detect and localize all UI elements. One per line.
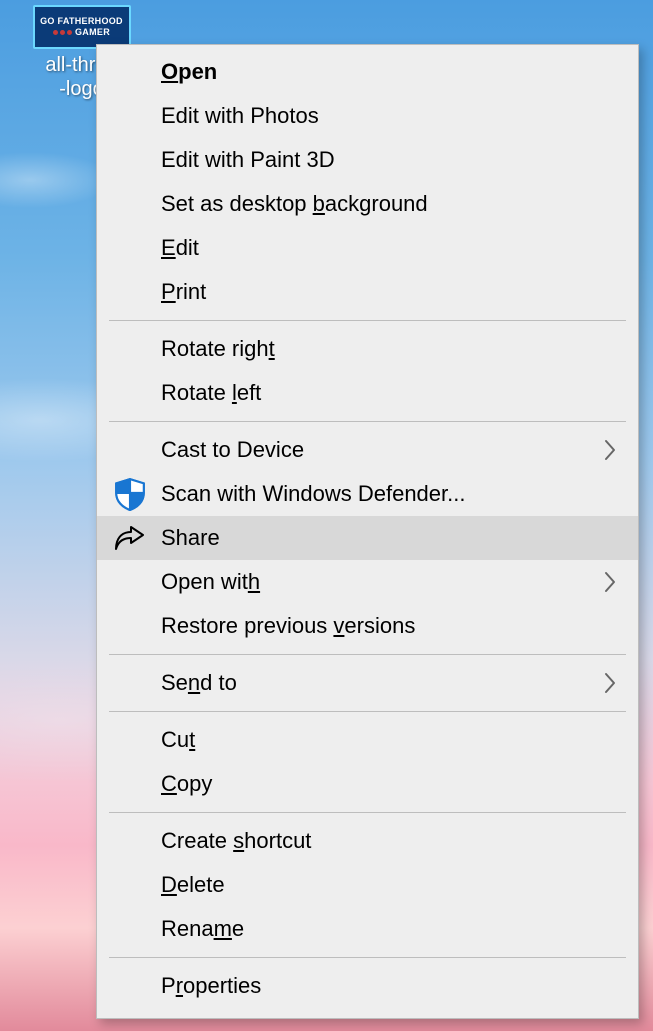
chevron-right-icon bbox=[602, 669, 618, 697]
thumbnail-dots-icon bbox=[53, 30, 72, 35]
menu-item-delete[interactable]: Delete bbox=[97, 863, 638, 907]
menu-item-label: Print bbox=[161, 279, 618, 305]
menu-item-label: Open with bbox=[161, 569, 602, 595]
menu-item-label: Cast to Device bbox=[161, 437, 602, 463]
menu-item-label: Scan with Windows Defender... bbox=[161, 481, 618, 507]
menu-item-label: Cut bbox=[161, 727, 618, 753]
context-menu: Open Edit with Photos Edit with Paint 3D Se… bbox=[96, 44, 639, 1019]
menu-item-edit[interactable]: Edit bbox=[97, 226, 638, 270]
menu-item-defender[interactable]: Scan with Windows Defender... bbox=[97, 472, 638, 516]
file-thumbnail: GO FATHERHOOD GAMER bbox=[33, 5, 131, 49]
menu-item-label: Set as desktop background bbox=[161, 191, 618, 217]
menu-item-label: Send to bbox=[161, 670, 602, 696]
menu-item-cut[interactable]: Cut bbox=[97, 718, 638, 762]
menu-separator bbox=[109, 421, 626, 422]
menu-item-label: Open bbox=[161, 59, 618, 85]
menu-item-label: Share bbox=[161, 525, 618, 551]
share-icon bbox=[111, 519, 149, 557]
menu-item-label: Edit bbox=[161, 235, 618, 261]
menu-item-label: Edit with Photos bbox=[161, 103, 618, 129]
menu-item-edit-photos[interactable]: Edit with Photos bbox=[97, 94, 638, 138]
shield-icon bbox=[111, 475, 149, 513]
menu-item-open[interactable]: Open bbox=[97, 50, 638, 94]
menu-item-rename[interactable]: Rename bbox=[97, 907, 638, 951]
menu-item-cast[interactable]: Cast to Device bbox=[97, 428, 638, 472]
menu-item-label: Copy bbox=[161, 771, 618, 797]
menu-item-create-shortcut[interactable]: Create shortcut bbox=[97, 819, 638, 863]
menu-item-share[interactable]: Share bbox=[97, 516, 638, 560]
thumbnail-line2: GAMER bbox=[75, 27, 110, 38]
menu-item-send-to[interactable]: Send to bbox=[97, 661, 638, 705]
menu-item-rotate-left[interactable]: Rotate left bbox=[97, 371, 638, 415]
menu-item-label: Properties bbox=[161, 973, 618, 999]
menu-separator bbox=[109, 957, 626, 958]
menu-item-edit-paint3d[interactable]: Edit with Paint 3D bbox=[97, 138, 638, 182]
menu-item-print[interactable]: Print bbox=[97, 270, 638, 314]
menu-separator bbox=[109, 654, 626, 655]
menu-item-rotate-right[interactable]: Rotate right bbox=[97, 327, 638, 371]
menu-item-label: Rename bbox=[161, 916, 618, 942]
menu-item-properties[interactable]: Properties bbox=[97, 964, 638, 1008]
menu-item-label: Create shortcut bbox=[161, 828, 618, 854]
menu-separator bbox=[109, 812, 626, 813]
menu-item-label: Restore previous versions bbox=[161, 613, 618, 639]
menu-item-label: Rotate left bbox=[161, 380, 618, 406]
menu-separator bbox=[109, 711, 626, 712]
menu-item-open-with[interactable]: Open with bbox=[97, 560, 638, 604]
menu-item-label: Rotate right bbox=[161, 336, 618, 362]
menu-item-label: Edit with Paint 3D bbox=[161, 147, 618, 173]
chevron-right-icon bbox=[602, 436, 618, 464]
thumbnail-line1: GO FATHERHOOD bbox=[40, 16, 123, 27]
menu-item-label: Delete bbox=[161, 872, 618, 898]
menu-item-restore[interactable]: Restore previous versions bbox=[97, 604, 638, 648]
menu-item-copy[interactable]: Copy bbox=[97, 762, 638, 806]
menu-item-set-bg[interactable]: Set as desktop background bbox=[97, 182, 638, 226]
menu-separator bbox=[109, 320, 626, 321]
chevron-right-icon bbox=[602, 568, 618, 596]
